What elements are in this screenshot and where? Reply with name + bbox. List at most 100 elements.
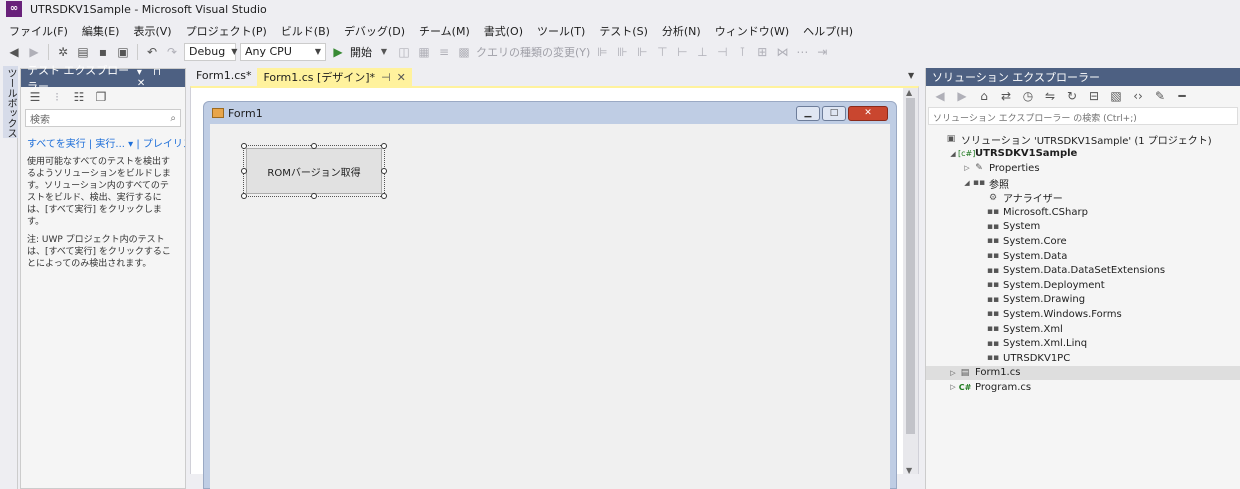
tree-item[interactable]: ▪▪ Microsoft.CSharp	[926, 205, 1240, 220]
tree-item[interactable]: ▪▪ System.Xml	[926, 322, 1240, 337]
test-list-icon[interactable]: ☷	[71, 89, 87, 105]
save-all-icon[interactable]: ▣	[115, 44, 131, 60]
tree-item[interactable]: ▪▪ System.Drawing	[926, 293, 1240, 308]
view-code-icon[interactable]: ‹›	[1130, 88, 1146, 104]
menu-window[interactable]: ウィンドウ(W)	[708, 23, 796, 39]
tree-item[interactable]: ▪▪ System.Data	[926, 249, 1240, 264]
tree-item[interactable]: ◢ [c#] UTRSDKV1Sample	[926, 147, 1240, 162]
tree-item[interactable]: ▷ ▤ Form1.cs	[926, 365, 1240, 381]
tree-item[interactable]: ◢ ▪▪ 参照	[926, 176, 1240, 191]
menu-debug[interactable]: デバッグ(D)	[337, 23, 412, 39]
close-icon[interactable]: ✕	[848, 105, 888, 121]
home-icon[interactable]: ⌂	[976, 88, 992, 104]
test-run-links[interactable]: すべてを実行 | 実行... ▾ | プレイリスト	[21, 129, 185, 150]
resize-handle[interactable]	[241, 143, 247, 149]
rom-version-button[interactable]: ROMバージョン取得	[246, 148, 382, 194]
new-project-icon[interactable]: ✲	[55, 44, 71, 60]
open-file-icon[interactable]: ▤	[75, 44, 91, 60]
menu-view[interactable]: 表示(V)	[126, 23, 178, 39]
menu-analyze[interactable]: 分析(N)	[655, 23, 708, 39]
back-icon[interactable]: ◀	[6, 44, 22, 60]
switch-views-icon[interactable]: ⇄	[998, 88, 1014, 104]
playlist-icon[interactable]: ⁝	[49, 89, 65, 105]
tree-item[interactable]: ▪▪ System.Data.DataSetExtensions	[926, 263, 1240, 278]
align-right-icon[interactable]: ⊩	[634, 44, 650, 60]
forward-icon[interactable]: ▶	[26, 44, 42, 60]
tree-item[interactable]: ▪▪ System.Deployment	[926, 278, 1240, 293]
size-to-grid-icon[interactable]: ⊞	[754, 44, 770, 60]
forward-icon[interactable]: ▶	[954, 88, 970, 104]
query-designer-icon[interactable]: ▦	[416, 44, 432, 60]
resize-handle[interactable]	[381, 168, 387, 174]
form-window[interactable]: Form1 ▁ □ ✕ ROMバージョン取得	[203, 101, 897, 489]
tree-item[interactable]: ▪▪ System.Core	[926, 234, 1240, 249]
sql-icon[interactable]: ≡	[436, 44, 452, 60]
expanded-arrow-icon[interactable]: ◢	[962, 179, 972, 187]
align-center-icon[interactable]: ⊪	[614, 44, 630, 60]
solution-search-input[interactable]: ソリューション エクスプローラー の検索 (Ctrl+;)	[928, 107, 1238, 125]
tab-order-icon[interactable]: ⇥	[814, 44, 830, 60]
chevron-down-icon[interactable]: ▼	[376, 44, 392, 60]
resize-handle[interactable]	[241, 168, 247, 174]
back-icon[interactable]: ◀	[932, 88, 948, 104]
horizontal-spacing-icon[interactable]: ⋈	[774, 44, 790, 60]
browser-link-icon[interactable]: ◫	[396, 44, 412, 60]
undo-icon[interactable]: ↶	[144, 44, 160, 60]
menu-file[interactable]: ファイル(F)	[2, 23, 75, 39]
redo-icon[interactable]: ↷	[164, 44, 180, 60]
resize-handle[interactable]	[311, 193, 317, 199]
resize-handle[interactable]	[381, 143, 387, 149]
align-left-icon[interactable]: ⊫	[594, 44, 610, 60]
test-search-input[interactable]: 検索	[30, 111, 50, 126]
vertical-spacing-icon[interactable]: ⋯	[794, 44, 810, 60]
align-middle-icon[interactable]: ⊢	[674, 44, 690, 60]
menu-edit[interactable]: 編集(E)	[75, 23, 127, 39]
make-same-width-icon[interactable]: ⊣	[714, 44, 730, 60]
resize-handle[interactable]	[311, 143, 317, 149]
close-icon[interactable]: ✕	[397, 71, 406, 84]
align-top-icon[interactable]: ⊤	[654, 44, 670, 60]
menu-build[interactable]: ビルド(B)	[274, 23, 337, 39]
scroll-up-icon[interactable]: ▲	[906, 88, 912, 97]
tree-item[interactable]: ▣ ソリューション 'UTRSDKV1Sample' (1 プロジェクト)	[926, 132, 1240, 147]
sync-icon[interactable]: ⇋	[1042, 88, 1058, 104]
scrollbar-thumb[interactable]	[906, 98, 915, 434]
align-bottom-icon[interactable]: ⊥	[694, 44, 710, 60]
tree-item[interactable]: ⚙ アナライザー	[926, 190, 1240, 206]
show-all-files-icon[interactable]: ▧	[1108, 88, 1124, 104]
chevron-down-icon[interactable]: ▼	[908, 71, 914, 80]
collapsed-arrow-icon[interactable]: ▷	[948, 383, 958, 391]
resize-handle[interactable]	[241, 193, 247, 199]
toolbox-tab[interactable]: ツールボックス	[3, 66, 18, 138]
pending-changes-icon[interactable]: ◷	[1020, 88, 1036, 104]
collapsed-arrow-icon[interactable]: ▷	[948, 369, 958, 377]
pin-icon[interactable]: ⊣	[381, 71, 391, 84]
tree-item[interactable]: ▪▪ System.Windows.Forms	[926, 307, 1240, 322]
test-search-box[interactable]: 検索 ⌕	[25, 109, 181, 127]
verify-sql-icon[interactable]: ▩	[456, 44, 472, 60]
minimize-icon[interactable]: ▁	[796, 105, 820, 121]
start-icon[interactable]: ▶	[330, 44, 346, 60]
menu-test[interactable]: テスト(S)	[592, 23, 655, 39]
menu-tools[interactable]: ツール(T)	[530, 23, 592, 39]
menu-team[interactable]: チーム(M)	[412, 23, 477, 39]
preview-icon[interactable]: ━	[1174, 88, 1190, 104]
collapsed-arrow-icon[interactable]: ▷	[962, 164, 972, 172]
refresh-icon[interactable]: ↻	[1064, 88, 1080, 104]
solution-platform-select[interactable]: Any CPU ▼	[240, 43, 326, 61]
copy-icon[interactable]: ❐	[93, 89, 109, 105]
tree-item[interactable]: ▷ C# Program.cs	[926, 380, 1240, 395]
solution-configuration-select[interactable]: Debug ▼	[184, 43, 237, 61]
tab-form1-code[interactable]: Form1.cs*	[190, 68, 257, 86]
panel-window-controls[interactable]: ▾ ⊓ ✕	[137, 67, 179, 89]
start-button[interactable]: 開始	[350, 44, 372, 60]
maximize-icon[interactable]: □	[822, 105, 846, 121]
group-by-icon[interactable]: ☰	[27, 89, 43, 105]
tree-item[interactable]: ▷ ✎ Properties	[926, 161, 1240, 176]
expanded-arrow-icon[interactable]: ◢	[948, 150, 958, 158]
menu-project[interactable]: プロジェクト(P)	[179, 23, 274, 39]
menu-help[interactable]: ヘルプ(H)	[796, 23, 860, 39]
resize-handle[interactable]	[381, 193, 387, 199]
form-client-area[interactable]: ROMバージョン取得	[210, 124, 890, 489]
tree-item[interactable]: ▪▪ System.Xml.Linq	[926, 336, 1240, 351]
